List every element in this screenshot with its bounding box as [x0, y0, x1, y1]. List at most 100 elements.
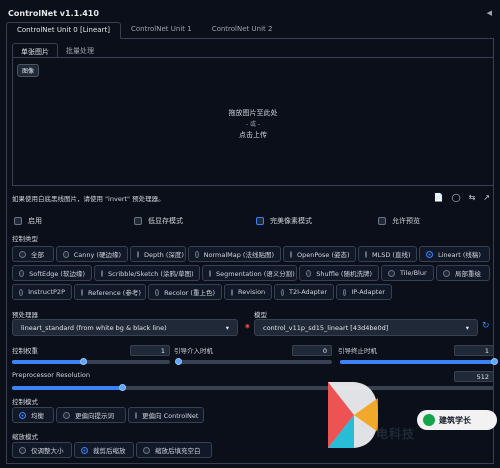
checkbox-pixel-perfect[interactable]: 完美像素模式	[256, 216, 312, 226]
radio-icon[interactable]	[155, 288, 160, 296]
start-input[interactable]: 0	[292, 345, 332, 356]
radio-icon[interactable]	[306, 269, 312, 277]
control-mode-controlnet[interactable]: 更偏向 ControlNet	[128, 407, 204, 423]
radio-icon[interactable]	[343, 288, 347, 296]
radio-icon[interactable]	[365, 250, 367, 258]
control-type-instructp2p[interactable]: InstructP2P	[12, 284, 72, 300]
control-type-revision[interactable]: Revision	[224, 284, 272, 300]
option-label: Recolor (重上色)	[164, 289, 215, 297]
weight-slider-knob[interactable]	[79, 358, 87, 365]
control-type-recolor[interactable]: Recolor (重上色)	[148, 284, 222, 300]
radio-icon[interactable]	[443, 269, 450, 277]
weight-slider[interactable]	[12, 360, 170, 364]
weight-slider-fill	[12, 360, 84, 364]
radio-icon[interactable]	[195, 250, 199, 258]
option-label: 仅调整大小	[31, 447, 64, 455]
tab-unit-1[interactable]: ControlNet Unit 1	[121, 22, 202, 39]
radio-icon[interactable]	[135, 411, 137, 419]
control-mode-prompt[interactable]: 更偏向提示词	[56, 407, 126, 423]
tab-unit-2[interactable]: ControlNet Unit 2	[202, 22, 283, 39]
control-type-openpose[interactable]: OpenPose (姿态)	[283, 246, 356, 262]
lowvram-label: 低显存模式	[148, 217, 183, 225]
radio-icon[interactable]	[63, 250, 69, 258]
start-slider[interactable]	[178, 360, 332, 364]
control-mode-label: 控制模式	[12, 398, 38, 406]
model-select[interactable]: control_v11p_sd15_lineart [43d4be0d] ▾	[254, 319, 478, 336]
option-label: InstructP2P	[28, 288, 65, 296]
checkbox-lowvram[interactable]: 低显存模式	[134, 216, 183, 226]
swap-icon[interactable]: ⇆	[469, 193, 476, 202]
radio-icon[interactable]	[101, 269, 103, 277]
collapse-icon[interactable]: ◀	[487, 9, 492, 17]
pixel-perfect-checkbox[interactable]	[256, 217, 264, 225]
control-type-reference[interactable]: Reference (参考)	[74, 284, 146, 300]
watermark-text: 建筑学长	[439, 415, 471, 425]
resize-mode-crop[interactable]: 裁剪后缩放	[74, 442, 134, 458]
radio-icon[interactable]	[137, 250, 139, 258]
preview-checkbox[interactable]	[378, 217, 386, 225]
radio-icon[interactable]	[19, 269, 25, 277]
end-slider[interactable]	[340, 360, 494, 364]
radio-selected-icon[interactable]	[81, 446, 88, 454]
tab-single-image[interactable]: 单张图片	[12, 43, 58, 57]
control-type-ip-adapter[interactable]: IP-Adapter	[336, 284, 392, 300]
resize-mode-just-resize[interactable]: 仅调整大小	[12, 442, 72, 458]
radio-icon[interactable]	[388, 269, 395, 277]
enable-checkbox[interactable]	[14, 217, 22, 225]
radio-icon[interactable]	[281, 288, 284, 296]
radio-icon[interactable]	[143, 446, 150, 454]
control-type-canny[interactable]: Canny (硬边缘)	[56, 246, 128, 262]
option-label: MLSD (直线)	[372, 251, 411, 259]
radio-icon[interactable]	[19, 446, 26, 454]
resize-mode-label: 缩放模式	[12, 433, 38, 441]
control-type-t2i[interactable]: T2I-Adapter	[274, 284, 334, 300]
control-type-inpaint[interactable]: 局部重绘	[436, 265, 490, 281]
radio-icon[interactable]	[19, 250, 26, 258]
control-type-scribble[interactable]: Scribble/Sketch (涂鸦/草图)	[94, 265, 200, 281]
control-type-tile[interactable]: Tile/Blur	[381, 265, 434, 281]
control-type-depth[interactable]: Depth (深度)	[130, 246, 186, 262]
radio-icon[interactable]	[63, 411, 70, 419]
resolution-slider[interactable]	[12, 386, 494, 390]
run-preprocessor-icon[interactable]: ✷	[244, 322, 251, 331]
radio-icon[interactable]	[19, 288, 24, 296]
tab-batch[interactable]: 批量处理	[58, 43, 102, 57]
weight-input[interactable]: 1	[130, 345, 170, 356]
control-mode-balanced[interactable]: 均衡	[12, 407, 54, 423]
radio-icon[interactable]	[231, 288, 233, 296]
control-type-all[interactable]: 全部	[12, 246, 54, 262]
option-label: Depth (深度)	[144, 251, 184, 259]
send-dimensions-icon[interactable]: ↗	[483, 193, 490, 202]
tab-unit-0[interactable]: ControlNet Unit 0 [Lineart]	[6, 22, 121, 39]
resize-mode-fill[interactable]: 缩放后填充空白	[136, 442, 212, 458]
radio-icon[interactable]	[81, 288, 83, 296]
radio-icon[interactable]	[290, 250, 292, 258]
watermark-badge: 建筑学长	[417, 410, 497, 430]
radio-selected-icon[interactable]	[426, 250, 433, 258]
option-label: OpenPose (姿态)	[297, 251, 350, 259]
checkbox-preview[interactable]: 允许预览	[378, 216, 420, 226]
new-canvas-icon[interactable]: 📄	[434, 193, 444, 202]
refresh-icon[interactable]: ↻	[482, 321, 490, 331]
radio-icon[interactable]	[209, 269, 211, 277]
end-slider-knob[interactable]	[490, 358, 498, 365]
chevron-down-icon: ▾	[465, 323, 469, 332]
start-slider-knob[interactable]	[174, 358, 182, 365]
control-type-shuffle[interactable]: Shuffle (随机洗牌)	[299, 265, 379, 281]
control-type-lineart[interactable]: Lineart (线稿)	[419, 246, 490, 262]
control-type-segmentation[interactable]: Segmentation (语义分割)	[202, 265, 297, 281]
preprocessor-value: lineart_standard (from white bg & black …	[21, 323, 167, 332]
radio-selected-icon[interactable]	[19, 411, 26, 419]
camera-icon[interactable]: ◯	[452, 193, 461, 202]
control-type-mlsd[interactable]: MLSD (直线)	[358, 246, 417, 262]
control-type-normalmap[interactable]: NormalMap (法线贴图)	[188, 246, 281, 262]
checkbox-enable[interactable]: 启用	[14, 216, 42, 226]
preview-label: 允许预览	[392, 217, 420, 225]
control-type-softedge[interactable]: SoftEdge (软边缘)	[12, 265, 92, 281]
preprocessor-select[interactable]: lineart_standard (from white bg & black …	[12, 319, 238, 336]
model-value: control_v11p_sd15_lineart [43d4be0d]	[263, 323, 389, 332]
lowvram-checkbox[interactable]	[134, 217, 142, 225]
end-input[interactable]: 1	[454, 345, 494, 356]
resolution-input[interactable]: 512	[454, 371, 494, 382]
option-label: NormalMap (法线贴图)	[203, 251, 274, 259]
